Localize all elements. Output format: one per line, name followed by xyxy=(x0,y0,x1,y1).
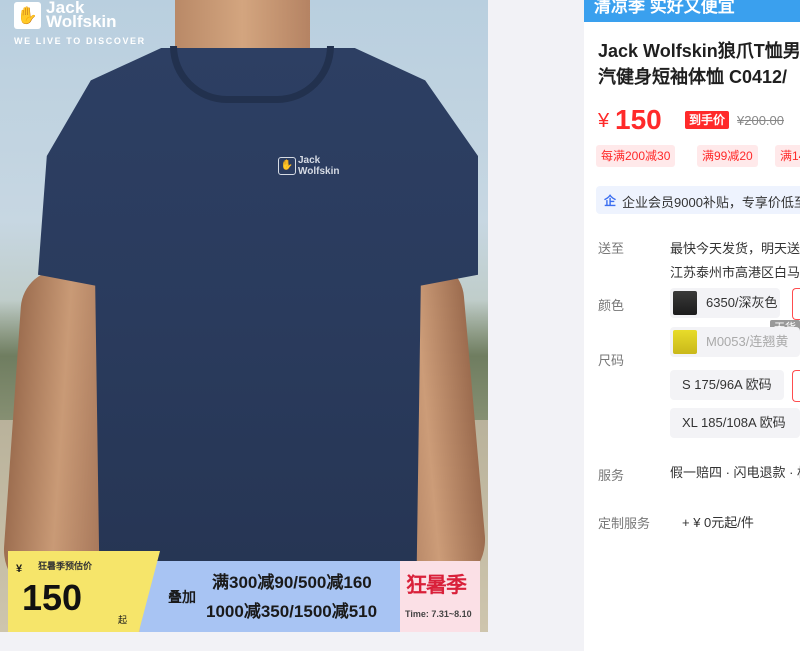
promo-discount-line2: 1000减350/1500减510 xyxy=(206,602,378,621)
enterprise-icon: 企 xyxy=(604,194,617,208)
product-info-panel: 清凉季 实好又便宜 Jack Wolfskin狼爪T恤男 汽健身短袖体恤 C04… xyxy=(584,0,800,651)
brand-tagline: WE LIVE TO DISCOVER xyxy=(14,36,146,46)
coupon-tag[interactable]: 每满200减30 xyxy=(596,145,676,167)
enterprise-member-bar[interactable]: 企 企业会员9000补贴，专享价低至 xyxy=(596,186,800,214)
promo-discounts: 叠加 满300减90/500减160 1000减350/1500减510 xyxy=(140,561,400,632)
chest-logo: ✋ Jack Wolfskin xyxy=(278,155,348,183)
promo-event: 狂暑季 Time: 7.31~8.10 xyxy=(400,561,480,632)
size-option-label: XL 185/108A 欧码 xyxy=(682,415,786,430)
size-option[interactable]: XL 185/108A 欧码 xyxy=(670,408,800,438)
shipping-time: 最快今天发货，明天送达 xyxy=(670,241,800,256)
color-option-label: M0053/连翘黄 xyxy=(706,334,789,349)
custom-service-value[interactable]: + ¥ 0元起/件 xyxy=(682,512,754,531)
enterprise-member-text: 企业会员9000补贴，专享价低至 xyxy=(622,195,800,210)
price-currency: ¥ xyxy=(598,110,610,132)
promo-stack-label: 叠加 xyxy=(168,589,196,605)
promo-banner: 叠加 满300减90/500减160 1000减350/1500减510 ¥ 狂… xyxy=(0,551,488,632)
promo-price-label: 狂暑季预估价 xyxy=(38,561,93,571)
service-value[interactable]: 假一赔四 · 闪电退款 · 权 xyxy=(670,462,800,481)
promo-event-time: Time: 7.31~8.10 xyxy=(405,609,472,619)
color-label: 颜色 xyxy=(598,298,625,313)
size-option-selected[interactable] xyxy=(792,370,800,402)
shipping-address[interactable]: 江苏泰州市高港区白马镇 xyxy=(670,262,800,281)
product-image[interactable]: ✋ Jack Wolfskin ✋ Jack Wolfskin WE LIVE … xyxy=(0,0,488,632)
color-thumbnail xyxy=(673,291,697,315)
promo-currency: ¥ xyxy=(16,563,23,575)
brand-name-line2: Wolfskin xyxy=(46,12,117,31)
promo-discount-line1: 满300减90/500减160 xyxy=(212,573,372,592)
original-price: ¥200.00 xyxy=(737,113,784,128)
coupon-tag[interactable]: 满99减20 xyxy=(697,145,758,167)
coupon-tag[interactable]: 满14 xyxy=(775,145,800,167)
promo-price: 150 xyxy=(22,577,83,618)
paw-icon: ✋ xyxy=(14,2,41,29)
activity-banner[interactable]: 清凉季 实好又便宜 xyxy=(584,0,800,22)
price-value: 150 xyxy=(615,104,662,135)
color-option[interactable]: 6350/深灰色 xyxy=(670,288,780,318)
coupon-list: 每满200减30 满99减20 满14 xyxy=(596,145,800,167)
paw-icon: ✋ xyxy=(278,157,296,175)
activity-banner-text: 清凉季 实好又便宜 xyxy=(594,0,735,16)
tshirt-shape xyxy=(38,48,478,588)
product-title-line1: Jack Wolfskin狼爪T恤男 xyxy=(598,41,800,61)
shipping-label: 送至 xyxy=(598,241,625,256)
promo-event-name: 狂暑季 xyxy=(406,574,467,597)
size-option[interactable]: S 175/96A 欧码 xyxy=(670,370,784,400)
size-option-label: S 175/96A 欧码 xyxy=(682,377,772,392)
chest-logo-line1: Jack xyxy=(298,155,321,166)
chest-logo-line2: Wolfskin xyxy=(298,166,340,177)
color-thumbnail xyxy=(673,330,697,354)
final-price-badge: 到手价 xyxy=(685,111,730,129)
product-title-line2: 汽健身短袖体恤 C0412/ xyxy=(598,67,788,87)
brand-logo: ✋ Jack Wolfskin WE LIVE TO DISCOVER xyxy=(14,0,164,48)
custom-service-label: 定制服务 xyxy=(598,516,651,531)
promo-price-unit: 起 xyxy=(118,615,128,625)
price-row: ¥ 150 到手价 ¥200.00 xyxy=(598,104,800,138)
service-label: 服务 xyxy=(598,468,625,483)
color-option-label: 6350/深灰色 xyxy=(706,295,778,310)
promo-price-box: ¥ 狂暑季预估价 150 起 xyxy=(8,551,160,632)
color-option-selected[interactable] xyxy=(792,288,800,320)
color-option[interactable]: M0053/连翘黄 xyxy=(670,327,800,357)
size-label: 尺码 xyxy=(598,353,625,368)
product-title: Jack Wolfskin狼爪T恤男 汽健身短袖体恤 C0412/ xyxy=(598,38,800,90)
